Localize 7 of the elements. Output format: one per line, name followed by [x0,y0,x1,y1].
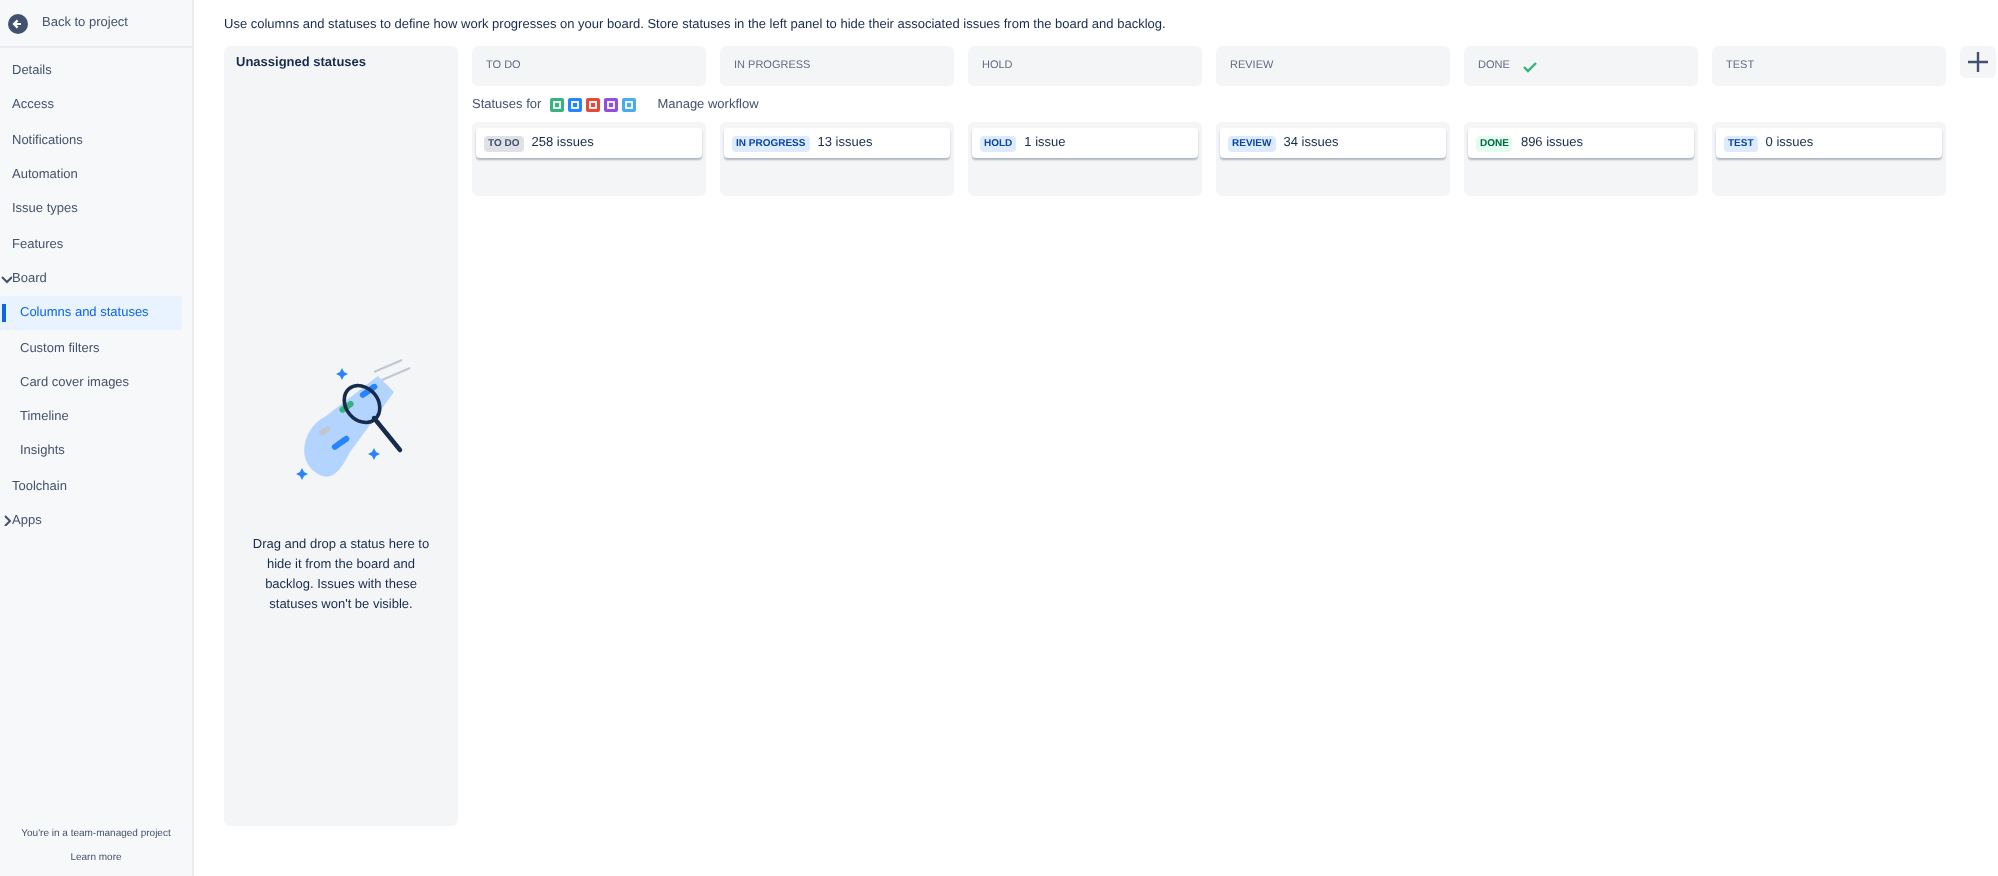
caret-icon [0,272,12,285]
illustration-drawing [295,359,410,480]
caret-icon [0,514,12,527]
plus-icon [1968,52,1988,72]
back-arrow-icon [8,13,28,33]
check-icon [1521,59,1538,73]
add-column-button[interactable] [1960,46,1996,78]
